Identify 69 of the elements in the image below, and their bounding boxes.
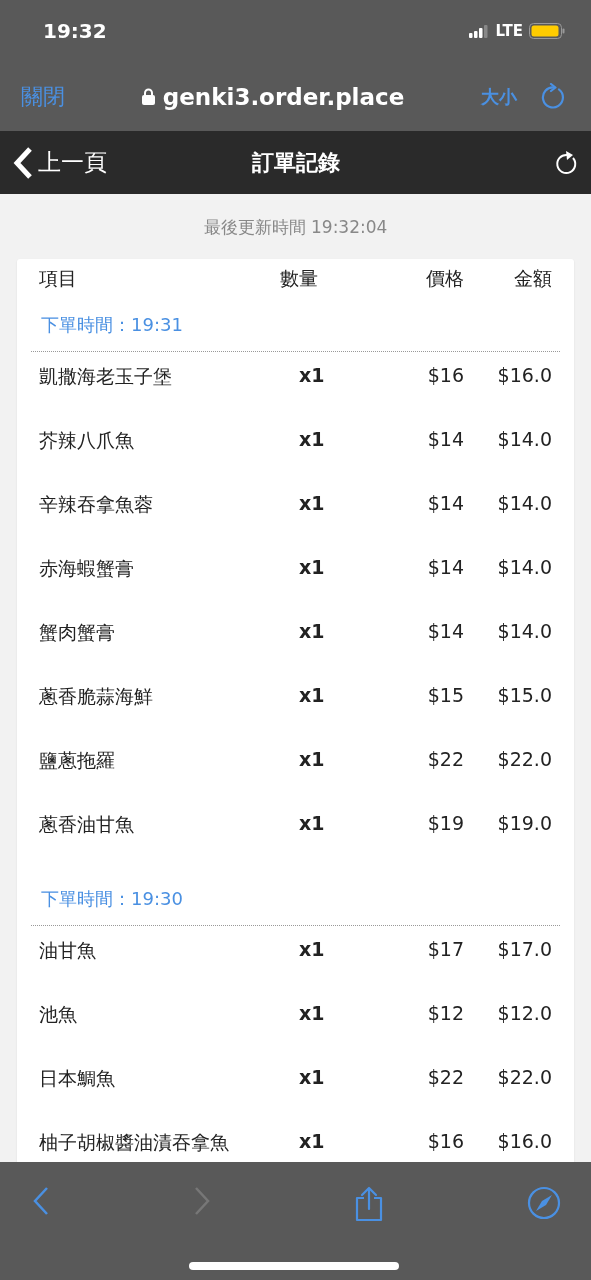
item-name: 池魚 <box>39 1002 78 1027</box>
quantity: x1 <box>298 364 326 386</box>
back-icon[interactable] <box>32 1186 50 1216</box>
amount: $12.0 <box>496 1002 552 1024</box>
item-name: 蔥香脆蒜海鮮 <box>39 684 154 709</box>
price: $16 <box>426 364 464 386</box>
quantity: x1 <box>298 556 326 578</box>
amount: $19.0 <box>496 812 552 834</box>
chevron-left-icon <box>12 145 34 180</box>
amount: $15.0 <box>496 684 552 706</box>
price: $22 <box>426 1066 464 1088</box>
item-name: 蔥香油甘魚 <box>39 812 135 837</box>
item-name: 芥辣八爪魚 <box>39 428 135 453</box>
amount: $16.0 <box>496 364 552 386</box>
quantity: x1 <box>298 428 326 450</box>
column-header: 價格 <box>425 266 464 291</box>
clock-time: 19:32 <box>43 19 107 43</box>
item-name: 凱撒海老玉子堡 <box>39 364 173 389</box>
battery-icon <box>529 23 565 39</box>
amount: $14.0 <box>496 620 552 642</box>
price: $14 <box>426 492 464 514</box>
column-header: 金額 <box>513 266 552 291</box>
price: $19 <box>426 812 464 834</box>
address-text[interactable]: genki3.order.place <box>162 83 405 110</box>
signal-icon <box>469 24 490 38</box>
price: $17 <box>426 938 464 960</box>
compass-icon[interactable] <box>527 1186 561 1220</box>
network-label: LTE <box>495 22 523 40</box>
amount: $17.0 <box>496 938 552 960</box>
quantity: x1 <box>298 620 326 642</box>
price: $14 <box>426 428 464 450</box>
price: $15 <box>426 684 464 706</box>
price: $22 <box>426 748 464 770</box>
lock-icon <box>141 88 155 105</box>
quantity: x1 <box>298 1130 326 1152</box>
item-name: 日本鯛魚 <box>39 1066 116 1091</box>
price: $16 <box>426 1130 464 1152</box>
quantity: x1 <box>298 748 326 770</box>
item-name: 赤海蝦蟹膏 <box>39 556 135 581</box>
amount: $14.0 <box>496 428 552 450</box>
item-name: 柚子胡椒醬油漬吞拿魚 <box>39 1130 230 1155</box>
refresh-icon[interactable] <box>555 149 579 176</box>
item-name: 辛辣吞拿魚蓉 <box>39 492 154 517</box>
back-button[interactable]: 上一頁 <box>12 145 107 180</box>
column-header: 項目 <box>39 266 78 291</box>
quantity: x1 <box>298 1066 326 1088</box>
quantity: x1 <box>298 812 326 834</box>
price: $12 <box>426 1002 464 1024</box>
quantity: x1 <box>298 492 326 514</box>
amount: $22.0 <box>496 1066 552 1088</box>
price: $14 <box>426 556 464 578</box>
amount: $22.0 <box>496 748 552 770</box>
last-updated-text: 最後更新時間 19:32:04 <box>202 216 389 239</box>
amount: $14.0 <box>496 556 552 578</box>
order-time-header: 下單時間：19:30 <box>41 887 183 911</box>
item-name: 蟹肉蟹膏 <box>39 620 116 645</box>
amount: $14.0 <box>496 492 552 514</box>
reload-icon[interactable] <box>541 82 567 111</box>
column-header: 數量 <box>280 266 319 291</box>
quantity: x1 <box>298 684 326 706</box>
quantity: x1 <box>298 1002 326 1024</box>
item-name: 鹽蔥拖羅 <box>39 748 116 773</box>
quantity: x1 <box>298 938 326 960</box>
item-name: 油甘魚 <box>39 938 97 963</box>
price: $14 <box>426 620 464 642</box>
share-icon[interactable] <box>354 1186 384 1222</box>
amount: $16.0 <box>496 1130 552 1152</box>
order-time-header: 下單時間：19:31 <box>41 313 183 337</box>
page-title: 訂單記錄 <box>251 148 340 177</box>
